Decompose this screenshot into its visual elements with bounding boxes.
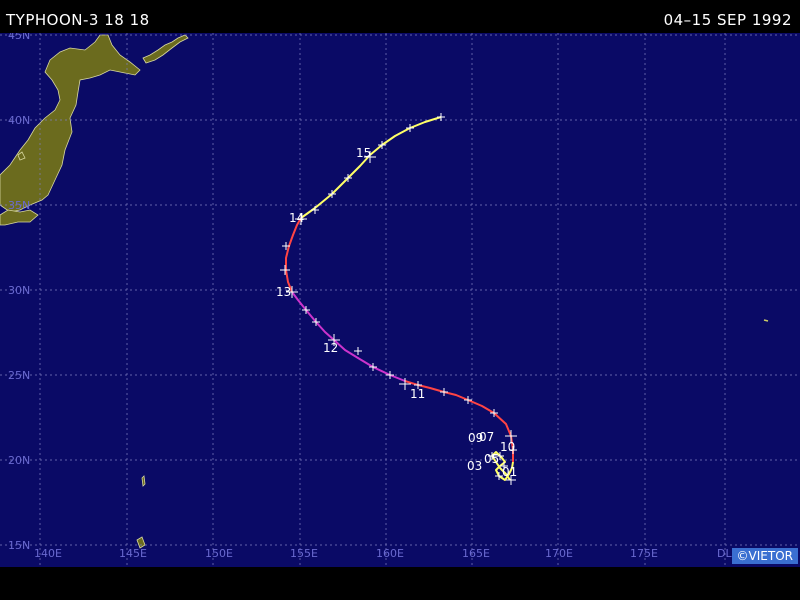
lon-label-155e: 155E xyxy=(290,547,318,560)
lon-label-140e: 140E xyxy=(34,547,62,560)
copyright-badge: ©VIETOR xyxy=(731,548,798,564)
day-label-01: 01 xyxy=(502,465,517,479)
day-label-11: 11 xyxy=(410,387,425,401)
lon-label-170e: 170E xyxy=(545,547,573,560)
lon-label-160e: 160E xyxy=(376,547,404,560)
day-label-07: 07 xyxy=(479,430,494,444)
storm-title: TYPHOON-3 18 18 xyxy=(6,11,150,29)
ocean xyxy=(0,33,800,567)
map-svg: 45N 40N 35N 30N 25N 20N 15N 140E 145E 15… xyxy=(0,29,800,567)
day-label-05: 05 xyxy=(484,452,499,466)
lon-label-165e: 165E xyxy=(462,547,490,560)
lat-label-30n: 30N xyxy=(8,284,30,297)
lat-label-20n: 20N xyxy=(8,454,30,467)
day-label-12: 12 xyxy=(323,341,338,355)
lon-label-150e: 150E xyxy=(205,547,233,560)
day-label-03: 03 xyxy=(467,459,482,473)
lat-label-15n: 15N xyxy=(8,539,30,552)
track-map: 45N 40N 35N 30N 25N 20N 15N 140E 145E 15… xyxy=(0,29,800,567)
title-bar: TYPHOON-3 18 18 04–15 SEP 1992 xyxy=(0,0,800,33)
lon-label-dl: DL xyxy=(717,547,732,560)
lat-label-40n: 40N xyxy=(8,114,30,127)
day-label-15: 15 xyxy=(356,146,371,160)
island-marker xyxy=(763,319,769,322)
lat-label-35n: 35N xyxy=(8,199,30,212)
lon-label-175e: 175E xyxy=(630,547,658,560)
bottom-strip xyxy=(0,567,800,600)
day-label-13: 13 xyxy=(276,285,291,299)
lat-label-25n: 25N xyxy=(8,369,30,382)
lon-label-145e: 145E xyxy=(119,547,147,560)
date-range: 04–15 SEP 1992 xyxy=(663,11,792,29)
day-label-14: 14 xyxy=(289,211,304,225)
day-label-10: 10 xyxy=(500,440,515,454)
lat-label-45n: 45N xyxy=(8,33,30,42)
